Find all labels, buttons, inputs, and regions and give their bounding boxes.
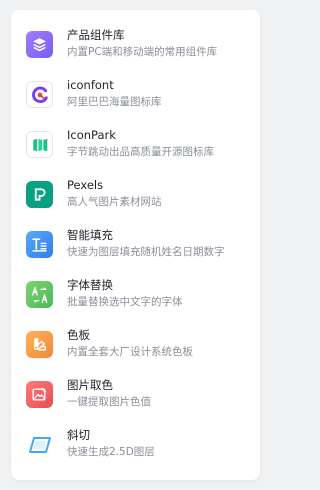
plugin-item-iconfont[interactable]: iconfont 阿里巴巴海量图标库 xyxy=(11,70,260,120)
skew-icon xyxy=(26,431,53,458)
plugin-description: 字节跳动出品高质量开源图标库 xyxy=(67,146,214,158)
text-fill-icon xyxy=(26,231,53,258)
plugin-item-smart-fill[interactable]: 智能填充 快速为图层填充随机姓名日期数字 xyxy=(11,220,260,270)
plugin-title: 色板 xyxy=(67,328,90,342)
plugin-item-font-replace[interactable]: 字体替换 批量替换选中文字的字体 xyxy=(11,270,260,320)
palette-icon xyxy=(26,331,53,358)
iconfont-logo-icon xyxy=(26,81,53,108)
image-color-picker-icon xyxy=(26,381,53,408)
plugin-description: 快速为图层填充随机姓名日期数字 xyxy=(67,246,225,258)
plugin-item-palette[interactable]: 色板 内置全套大厂设计系统色板 xyxy=(11,320,260,370)
plugin-item-pexels[interactable]: Pexels 高人气图片素材网站 xyxy=(11,170,260,220)
plugin-description: 高人气图片素材网站 xyxy=(67,196,162,208)
plugin-title: 字体替换 xyxy=(67,278,113,292)
plugin-title: 产品组件库 xyxy=(67,28,125,42)
plugin-description: 阿里巴巴海量图标库 xyxy=(67,96,162,108)
iconpark-logo-icon xyxy=(26,131,53,158)
plugin-item-skew[interactable]: 斜切 快速生成2.5D图层 xyxy=(11,420,260,470)
plugin-description: 快速生成2.5D图层 xyxy=(67,446,155,458)
plugin-title: 图片取色 xyxy=(67,378,113,392)
layers-icon xyxy=(26,31,53,58)
font-replace-icon xyxy=(26,281,53,308)
plugin-description: 批量替换选中文字的字体 xyxy=(67,296,183,308)
plugin-title: IconPark xyxy=(67,128,116,142)
plugin-item-image-color-picker[interactable]: 图片取色 一键提取图片色值 xyxy=(11,370,260,420)
plugin-description: 内置全套大厂设计系统色板 xyxy=(67,346,193,358)
pexels-logo-icon xyxy=(26,181,53,208)
plugin-item-iconpark[interactable]: IconPark 字节跳动出品高质量开源图标库 xyxy=(11,120,260,170)
plugin-title: 智能填充 xyxy=(67,228,113,242)
plugin-title: iconfont xyxy=(67,78,114,92)
plugin-description: 一键提取图片色值 xyxy=(67,396,151,408)
plugin-description: 内置PC端和移动端的常用组件库 xyxy=(67,46,218,58)
plugin-title: Pexels xyxy=(67,178,104,192)
plugin-item-component-library[interactable]: 产品组件库 内置PC端和移动端的常用组件库 xyxy=(11,20,260,70)
plugin-list-panel: 产品组件库 内置PC端和移动端的常用组件库 iconfont 阿里巴巴海量图标库… xyxy=(11,10,260,480)
plugin-title: 斜切 xyxy=(67,428,90,442)
